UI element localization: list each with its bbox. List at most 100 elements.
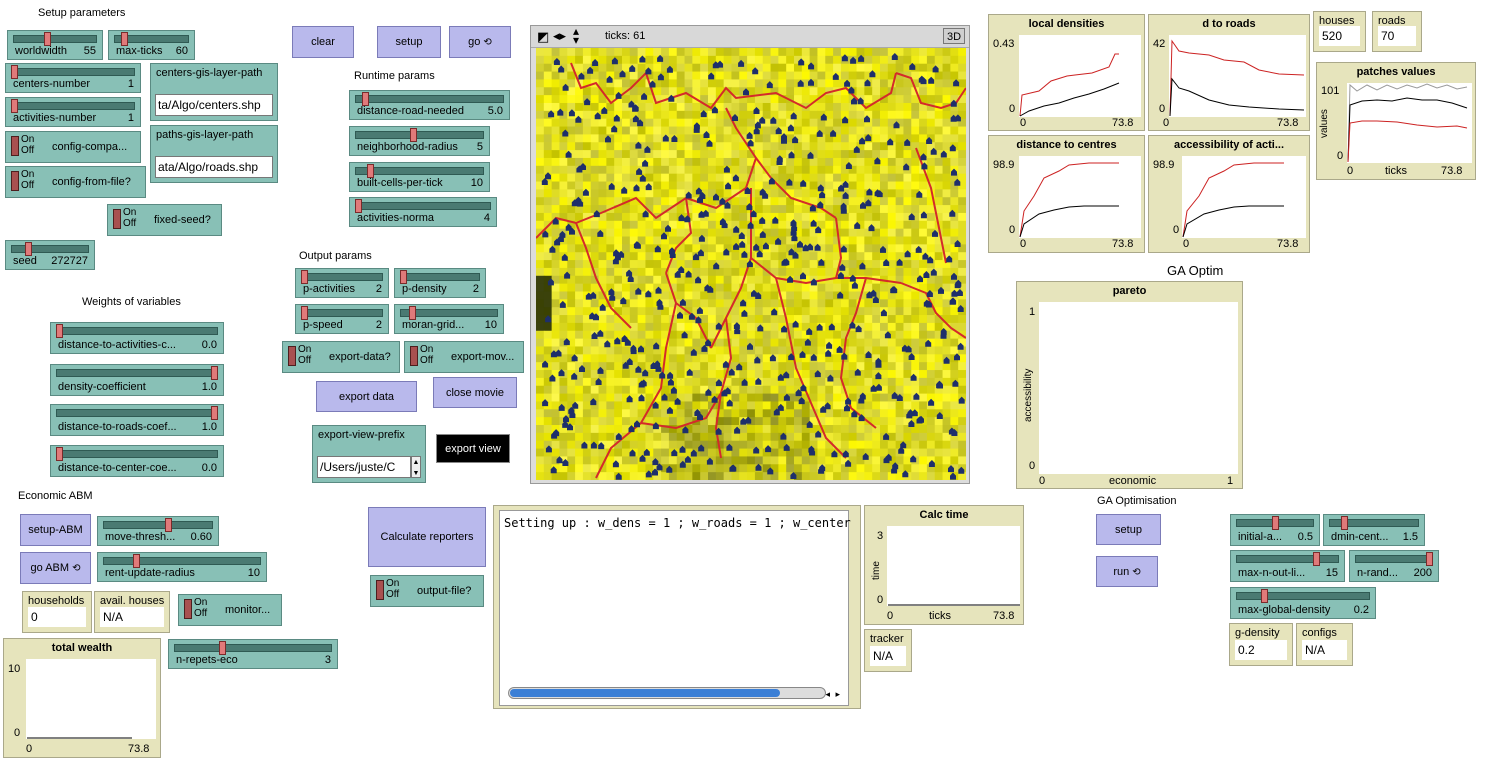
- slider-moran-grid[interactable]: moran-grid... 10: [394, 304, 504, 334]
- plot-distance-to-centres: distance to centres 98.9 0 0 73.8: [988, 135, 1145, 253]
- forever-icon: ⟲: [1132, 566, 1141, 578]
- switch-output-file[interactable]: On Off output-file?: [370, 575, 484, 607]
- go-button[interactable]: go ⟲: [449, 26, 511, 58]
- slider-knob[interactable]: [409, 128, 417, 142]
- slider-knob[interactable]: [164, 518, 172, 532]
- slider-knob[interactable]: [1426, 552, 1433, 566]
- scroll-right-icon[interactable]: ▸: [835, 689, 840, 700]
- d-to-roads-lines: [1169, 39, 1305, 117]
- export-view-button[interactable]: export view: [436, 434, 510, 463]
- slider-initial-a[interactable]: initial-a... 0.5: [1230, 514, 1320, 546]
- slider-rent-update-radius[interactable]: rent-update-radius 10: [97, 552, 267, 582]
- 3d-button[interactable]: 3D: [943, 28, 965, 44]
- horizontal-scrollbar[interactable]: [508, 687, 826, 699]
- slider-distance-to-center[interactable]: distance-to-center-coe... 0.0: [50, 445, 224, 477]
- plot-patches-values: patches values 101 0 0 ticks 73.8 values: [1316, 62, 1476, 180]
- slider-knob[interactable]: [1271, 516, 1279, 530]
- slider-knob[interactable]: [1312, 552, 1320, 566]
- slider-knob[interactable]: [301, 306, 308, 320]
- scroll-arrows-icon[interactable]: ▲ ▼: [411, 456, 421, 478]
- slider-knob[interactable]: [211, 366, 218, 380]
- section-ga-optimisation: GA Optimisation: [1097, 495, 1177, 507]
- clear-button[interactable]: clear: [292, 26, 354, 58]
- slider-knob[interactable]: [133, 554, 141, 568]
- scrollbar-thumb[interactable]: [510, 689, 780, 697]
- slider-p-density[interactable]: p-density 2: [394, 268, 486, 298]
- world-view[interactable]: ◩ ◂▸ ▴ ▾ ticks: 61 3D: [530, 25, 970, 484]
- slider-neighborhood-radius[interactable]: neighborhood-radius 5: [349, 126, 490, 156]
- slider-activities-number[interactable]: activities-number 1: [5, 97, 141, 127]
- slider-knob[interactable]: [56, 447, 63, 461]
- patches-values-lines: [1347, 83, 1468, 163]
- monitor-avail-houses: avail. houses N/A: [94, 591, 170, 633]
- switch-fixed-seed[interactable]: On Off fixed-seed?: [107, 204, 222, 236]
- slider-knob[interactable]: [355, 199, 362, 213]
- slider-centers-number[interactable]: centers-number 1: [5, 63, 141, 93]
- switch-config-compa[interactable]: On Off config-compa...: [5, 131, 141, 163]
- go-abm-button[interactable]: go ABM ⟲: [20, 552, 91, 584]
- paths-gis-layer-path-input[interactable]: paths-gis-layer-path ata/Algo/roads.shp: [150, 125, 278, 183]
- slider-knob[interactable]: [1261, 589, 1269, 603]
- slider-activities-norma[interactable]: activities-norma 4: [349, 197, 497, 227]
- switch-config-from-file[interactable]: On Off config-from-file?: [5, 166, 146, 198]
- horizontal-resize-icon[interactable]: ◂▸: [553, 28, 566, 44]
- setup-button[interactable]: setup: [377, 26, 441, 58]
- plot-calc-time: Calc time 3 0 0 ticks 73.8 time: [864, 505, 1024, 625]
- slider-knob[interactable]: [367, 164, 375, 178]
- close-movie-button[interactable]: close movie: [433, 377, 517, 408]
- calculate-reporters-button[interactable]: Calculate reporters: [368, 507, 486, 567]
- centers-gis-layer-path-input[interactable]: centers-gis-layer-path ta/Algo/centers.s…: [150, 63, 278, 121]
- plot-d-to-roads: d to roads 42 0 0 73.8: [1148, 14, 1310, 131]
- vertical-resize-icon[interactable]: ▴ ▾: [573, 25, 579, 46]
- monitor-tracker: tracker N/A: [864, 629, 912, 672]
- slider-dmin-cent[interactable]: dmin-cent... 1.5: [1323, 514, 1425, 546]
- slider-knob[interactable]: [301, 270, 308, 284]
- slider-knob[interactable]: [219, 641, 227, 655]
- slider-knob[interactable]: [43, 32, 51, 46]
- slider-density-coefficient[interactable]: density-coefficient 1.0: [50, 364, 224, 396]
- slider-p-activities[interactable]: p-activities 2: [295, 268, 389, 298]
- slider-knob[interactable]: [1341, 516, 1349, 530]
- switch-monitor[interactable]: On Off monitor...: [178, 594, 282, 626]
- slider-p-speed[interactable]: p-speed 2: [295, 304, 389, 334]
- forever-icon: ⟲: [483, 37, 492, 48]
- slider-knob[interactable]: [25, 242, 33, 256]
- slider-max-ticks[interactable]: max-ticks 60: [108, 30, 195, 60]
- section-economic-abm: Economic ABM: [18, 490, 93, 502]
- slider-built-cells-per-tick[interactable]: built-cells-per-tick 10: [349, 162, 490, 192]
- export-data-button[interactable]: export data: [316, 381, 417, 412]
- switch-export-movie[interactable]: On Off export-mov...: [404, 341, 524, 373]
- slider-n-repets-eco[interactable]: n-repets-eco 3: [168, 639, 338, 669]
- view-toolbar: ◩ ◂▸ ▴ ▾ ticks: 61 3D: [531, 25, 969, 48]
- slider-distance-road-needed[interactable]: distance-road-needed 5.0: [349, 90, 510, 120]
- slider-distance-to-roads[interactable]: distance-to-roads-coef... 1.0: [50, 404, 224, 436]
- ga-setup-button[interactable]: setup: [1096, 514, 1161, 545]
- ga-run-button[interactable]: run ⟲: [1096, 556, 1158, 587]
- slider-worldwidth[interactable]: worldwidth 55: [7, 30, 103, 60]
- slider-seed[interactable]: seed 272727: [5, 240, 95, 270]
- slider-n-rand[interactable]: n-rand... 200: [1349, 550, 1439, 582]
- slider-knob[interactable]: [362, 92, 370, 106]
- setup-abm-button[interactable]: setup-ABM: [20, 514, 91, 546]
- local-densities-lines: [1019, 53, 1120, 117]
- shape-toggle-icon[interactable]: ◩: [537, 29, 549, 45]
- slider-max-global-density[interactable]: max-global-density 0.2: [1230, 587, 1376, 619]
- slider-knob[interactable]: [120, 32, 128, 46]
- slider-knob[interactable]: [211, 406, 218, 420]
- slider-knob[interactable]: [56, 324, 63, 338]
- slider-move-thresh[interactable]: move-thresh... 0.60: [97, 516, 219, 546]
- slider-knob[interactable]: [400, 270, 407, 284]
- slider-distance-to-activities[interactable]: distance-to-activities-c... 0.0: [50, 322, 224, 354]
- slider-knob[interactable]: [11, 65, 18, 79]
- section-ga-optim: GA Optim: [1167, 263, 1224, 278]
- scroll-left-icon[interactable]: ◂: [825, 689, 830, 700]
- slider-max-n-out-li[interactable]: max-n-out-li... 15: [1230, 550, 1345, 582]
- switch-export-data[interactable]: On Off export-data?: [282, 341, 400, 373]
- slider-knob[interactable]: [11, 99, 18, 113]
- monitor-households: households 0: [22, 591, 92, 633]
- export-view-prefix-input[interactable]: export-view-prefix /Users/juste/C ▲ ▼: [312, 425, 426, 483]
- monitor-houses: houses 520: [1313, 11, 1366, 52]
- plot-local-densities: local densities 0.43 0 0 73.8: [988, 14, 1145, 131]
- monitor-configs: configs N/A: [1296, 623, 1353, 666]
- slider-knob[interactable]: [409, 306, 417, 320]
